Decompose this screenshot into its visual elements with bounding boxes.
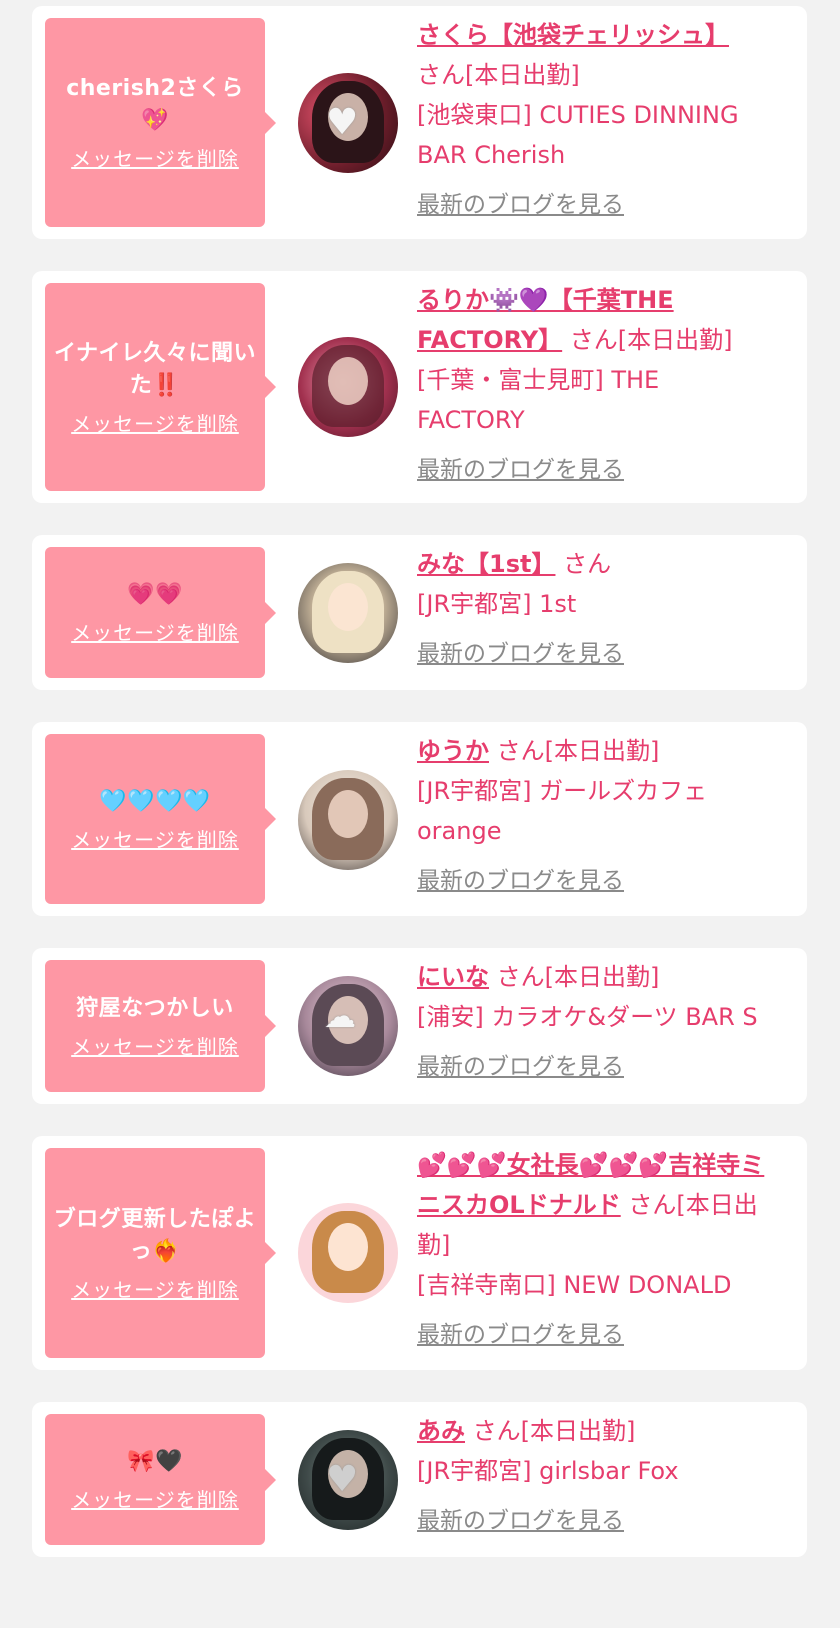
latest-blog-link[interactable]: 最新のブログを見る bbox=[417, 861, 767, 901]
message-list: cherish2さくら💖 メッセージを削除 ♥ さくら【池袋チェリッシュ】 さん… bbox=[0, 0, 840, 1628]
latest-blog-link[interactable]: 最新のブログを見る bbox=[417, 634, 767, 674]
delete-message-link[interactable]: メッセージを削除 bbox=[71, 617, 239, 646]
delete-message-link[interactable]: メッセージを削除 bbox=[71, 1031, 239, 1060]
shop-name: [JR宇都宮] ガールズカフェorange bbox=[417, 777, 708, 845]
shop-name: [JR宇都宮] girlsbar Fox bbox=[417, 1457, 679, 1485]
shop-name: [吉祥寺南口] NEW DONALD bbox=[417, 1271, 732, 1299]
profile-name-link[interactable]: みな【1st】 bbox=[417, 550, 555, 578]
avatar[interactable] bbox=[298, 563, 398, 663]
avatar[interactable]: ☁ bbox=[298, 976, 398, 1076]
shop-name: [千葉・富士見町] THE FACTORY bbox=[417, 366, 660, 434]
message-card: 狩屋なつかしい メッセージを削除 ☁ にいな さん[本日出勤] [浦安] カラオ… bbox=[32, 948, 807, 1104]
delete-message-link[interactable]: メッセージを削除 bbox=[71, 408, 239, 437]
message-card: 🩵🩵🩵🩵 メッセージを削除 ゆうか さん[本日出勤] [JR宇都宮] ガールズカ… bbox=[32, 722, 807, 916]
shop-name: [池袋東口] CUTIES DINNING BAR Cherish bbox=[417, 101, 739, 169]
heart-stamp-icon: ♥ bbox=[326, 102, 359, 143]
profile-info: あみ さん[本日出勤] [JR宇都宮] girlsbar Fox 最新のブログを… bbox=[417, 1411, 767, 1541]
profile-info: みな【1st】 さん [JR宇都宮] 1st 最新のブログを見る bbox=[417, 544, 767, 674]
cloud-stamp-icon: ☁ bbox=[324, 997, 356, 1035]
shop-name: [浦安] カラオケ&ダーツ BAR S bbox=[417, 1003, 758, 1031]
profile-name-link[interactable]: あみ bbox=[417, 1417, 465, 1445]
message-bubble: 🎀🖤 メッセージを削除 bbox=[45, 1414, 276, 1545]
message-text: ブログ更新したぽよっ❤️‍🔥 bbox=[53, 1206, 257, 1264]
profile-name-link[interactable]: さくら【池袋チェリッシュ】 bbox=[417, 21, 729, 49]
profile-info: ゆうか さん[本日出勤] [JR宇都宮] ガールズカフェorange 最新のブロ… bbox=[417, 731, 767, 901]
message-text: cherish2さくら💖 bbox=[66, 76, 244, 133]
message-bubble: ブログ更新したぽよっ❤️‍🔥 メッセージを削除 bbox=[45, 1148, 276, 1358]
latest-blog-link[interactable]: 最新のブログを見る bbox=[417, 1501, 767, 1541]
profile-suffix: さん[本日出勤] bbox=[569, 326, 733, 354]
message-card: ブログ更新したぽよっ❤️‍🔥 メッセージを削除 💕💕💕女社長💕💕💕吉祥寺ミニスカ… bbox=[32, 1136, 807, 1370]
profile-suffix: さん bbox=[563, 550, 612, 578]
profile-info: さくら【池袋チェリッシュ】 さん[本日出勤] [池袋東口] CUTIES DIN… bbox=[417, 15, 767, 225]
avatar[interactable]: ♥ bbox=[298, 73, 398, 173]
delete-message-link[interactable]: メッセージを削除 bbox=[71, 824, 239, 853]
message-bubble: イナイレ久々に聞いた‼️ メッセージを削除 bbox=[45, 283, 276, 491]
message-text: 🩵🩵🩵🩵 bbox=[99, 788, 211, 814]
avatar[interactable] bbox=[298, 770, 398, 870]
message-card: 💗💗 メッセージを削除 みな【1st】 さん [JR宇都宮] 1st 最新のブロ… bbox=[32, 535, 807, 690]
message-text: 🎀🖤 bbox=[127, 1449, 183, 1474]
message-text: 狩屋なつかしい bbox=[76, 995, 234, 1021]
profile-info: 💕💕💕女社長💕💕💕吉祥寺ミニスカOLドナルド さん[本日出勤] [吉祥寺南口] … bbox=[417, 1145, 767, 1355]
profile-info: にいな さん[本日出勤] [浦安] カラオケ&ダーツ BAR S 最新のブログを… bbox=[417, 957, 767, 1087]
profile-suffix: さん[本日出勤] bbox=[496, 737, 660, 765]
latest-blog-link[interactable]: 最新のブログを見る bbox=[417, 1047, 767, 1087]
profile-suffix: さん[本日出勤] bbox=[472, 1417, 636, 1445]
profile-name-link[interactable]: にいな bbox=[417, 963, 489, 991]
message-bubble: 🩵🩵🩵🩵 メッセージを削除 bbox=[45, 734, 276, 904]
profile-suffix: さん[本日出勤] bbox=[417, 61, 580, 89]
latest-blog-link[interactable]: 最新のブログを見る bbox=[417, 1315, 767, 1355]
profile-info: るりか👾💜【千葉THE FACTORY】 さん[本日出勤] [千葉・富士見町] … bbox=[417, 280, 767, 490]
message-bubble: 💗💗 メッセージを削除 bbox=[45, 547, 276, 678]
delete-message-link[interactable]: メッセージを削除 bbox=[71, 1484, 239, 1513]
latest-blog-link[interactable]: 最新のブログを見る bbox=[417, 185, 767, 225]
heart-stamp-icon: ♥ bbox=[326, 1459, 359, 1500]
message-text: イナイレ久々に聞いた‼️ bbox=[53, 340, 257, 398]
message-card: cherish2さくら💖 メッセージを削除 ♥ さくら【池袋チェリッシュ】 さん… bbox=[32, 6, 807, 239]
profile-suffix: さん[本日出勤] bbox=[496, 963, 660, 991]
message-card: イナイレ久々に聞いた‼️ メッセージを削除 るりか👾💜【千葉THE FACTOR… bbox=[32, 271, 807, 503]
message-bubble: cherish2さくら💖 メッセージを削除 bbox=[45, 18, 276, 227]
shop-name: [JR宇都宮] 1st bbox=[417, 590, 577, 618]
avatar[interactable] bbox=[298, 1203, 398, 1303]
message-text: 💗💗 bbox=[127, 582, 183, 607]
profile-name-link[interactable]: ゆうか bbox=[417, 737, 489, 765]
avatar[interactable] bbox=[298, 337, 398, 437]
message-bubble: 狩屋なつかしい メッセージを削除 bbox=[45, 960, 276, 1092]
delete-message-link[interactable]: メッセージを削除 bbox=[71, 1274, 239, 1303]
message-card: 🎀🖤 メッセージを削除 ♥ あみ さん[本日出勤] [JR宇都宮] girlsb… bbox=[32, 1402, 807, 1557]
avatar[interactable]: ♥ bbox=[298, 1430, 398, 1530]
delete-message-link[interactable]: メッセージを削除 bbox=[71, 143, 239, 172]
latest-blog-link[interactable]: 最新のブログを見る bbox=[417, 450, 767, 490]
